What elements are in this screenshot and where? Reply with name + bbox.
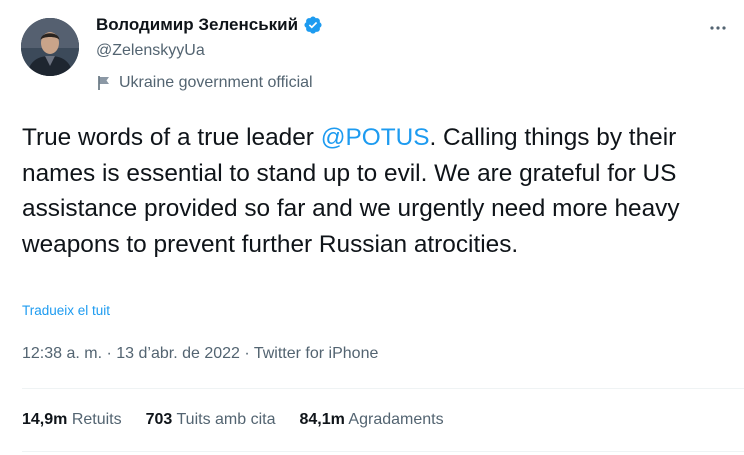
government-label: Ukraine government official — [96, 72, 313, 94]
translate-link[interactable]: Tradueix el tuit — [22, 302, 110, 320]
avatar-image — [21, 18, 79, 76]
more-button[interactable] — [704, 16, 732, 40]
retweets-label: Retuits — [71, 411, 122, 428]
tweet-card: Володимир Зеленський @ZelenskyyUa Ukrain… — [0, 0, 744, 455]
author-row[interactable]: Володимир Зеленський — [96, 14, 323, 36]
tweet-timestamp[interactable]: 12:38 a. m. · 13 d’abr. de 2022 · Twitte… — [22, 343, 378, 365]
retweets-count: 14,9m — [22, 411, 68, 428]
retweets-stat[interactable]: 14,9m Retuits — [22, 409, 122, 431]
verified-badge-icon — [304, 16, 322, 34]
quotes-stat[interactable]: 703 Tuits amb cita — [146, 409, 276, 431]
avatar[interactable] — [21, 18, 79, 76]
more-dots-icon — [710, 26, 726, 30]
quotes-count: 703 — [145, 411, 173, 428]
quotes-label: Tuits amb cita — [176, 411, 276, 428]
likes-count: 84,1m — [299, 411, 345, 428]
divider — [22, 451, 744, 452]
divider — [22, 388, 744, 389]
tweet-text: True words of a true leader @POTUS. Call… — [22, 120, 732, 262]
tweet-text-part: True words of a true leader — [22, 124, 321, 151]
flag-icon — [98, 76, 109, 90]
tweet-stats: 14,9m Retuits 703 Tuits amb cita 84,1m A… — [22, 409, 468, 431]
author-handle[interactable]: @ZelenskyyUa — [96, 40, 205, 62]
government-label-text: Ukraine government official — [119, 74, 313, 91]
author-display-name[interactable]: Володимир Зеленський — [96, 14, 298, 36]
mention-link[interactable]: @POTUS — [321, 124, 430, 151]
likes-label: Agradaments — [348, 411, 444, 428]
likes-stat[interactable]: 84,1m Agradaments — [299, 409, 443, 431]
